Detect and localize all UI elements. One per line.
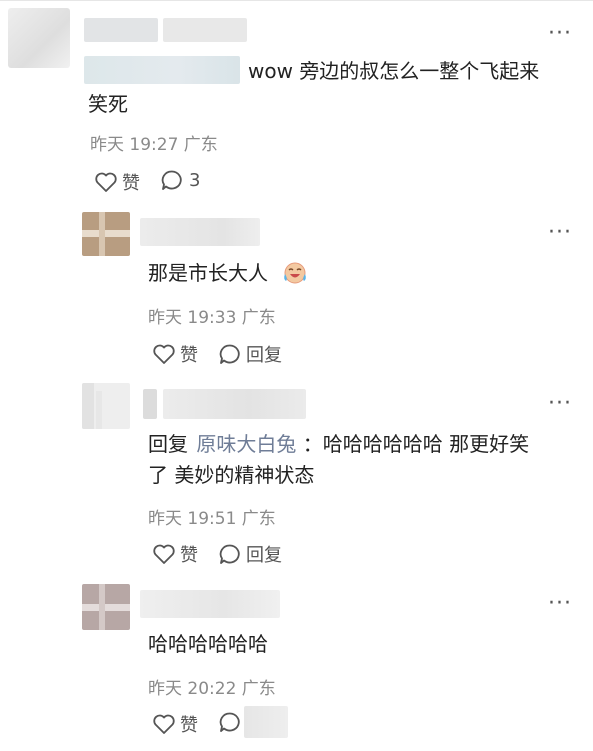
reply-meta: 昨天 20:22 广东 xyxy=(148,679,276,699)
heart-icon xyxy=(95,172,117,192)
reply-label: 回复 xyxy=(246,345,282,366)
like-button[interactable]: 赞 xyxy=(152,711,198,737)
reply-text: 回复 原味大白兔 ：哈哈哈哈哈哈 那更好笑 xyxy=(148,428,529,461)
comment-text-line2: 笑死 xyxy=(88,92,128,116)
reply-prefix: 回复 xyxy=(148,432,188,456)
comment-text: wow 旁边的叔怎么一整个飞起来 xyxy=(248,55,539,88)
more-options-button[interactable]: ··· xyxy=(548,393,572,415)
top-divider xyxy=(0,0,593,1)
reply-meta: 昨天 19:51 广东 xyxy=(148,509,276,529)
username-text xyxy=(163,389,306,419)
like-label: 赞 xyxy=(180,345,198,366)
like-button[interactable]: 赞 xyxy=(152,341,198,367)
comment-meta: 昨天 19:27 广东 xyxy=(90,135,218,155)
more-options-button[interactable]: ··· xyxy=(548,23,572,45)
reply-button[interactable] xyxy=(218,711,242,733)
comment-blurred-text xyxy=(84,56,240,84)
reply-count-button[interactable]: 3 xyxy=(160,169,200,191)
reply-button[interactable]: 回复 xyxy=(218,541,282,567)
reply-button[interactable]: 回复 xyxy=(218,341,282,367)
avatar[interactable] xyxy=(82,584,130,630)
like-button[interactable]: 赞 xyxy=(94,169,140,195)
more-options-button[interactable]: ··· xyxy=(548,222,572,244)
username[interactable] xyxy=(140,590,280,618)
like-label: 赞 xyxy=(180,715,198,736)
heart-icon xyxy=(153,344,175,364)
comment-bubble-icon xyxy=(161,170,182,190)
username[interactable] xyxy=(140,218,260,246)
like-button[interactable]: 赞 xyxy=(152,541,198,567)
avatar[interactable] xyxy=(82,212,130,256)
avatar[interactable] xyxy=(82,383,130,429)
like-label: 赞 xyxy=(122,173,140,194)
comment-text-prefix: wow xyxy=(248,59,300,83)
username[interactable] xyxy=(84,18,158,42)
more-options-button[interactable]: ··· xyxy=(548,593,572,615)
reply-label-obscured xyxy=(244,706,288,738)
reply-meta: 昨天 19:33 广东 xyxy=(148,308,276,328)
reply-count: 3 xyxy=(189,169,201,191)
comment-bubble-icon xyxy=(219,344,240,364)
heart-icon xyxy=(153,714,175,734)
mention-link[interactable]: 原味大白兔 xyxy=(196,432,296,456)
reply-label: 回复 xyxy=(246,545,282,566)
username-badge xyxy=(163,18,247,42)
reply-text: 那是市长大人 xyxy=(148,257,268,290)
reply-text-line2: 了 美妙的精神状态 xyxy=(148,463,315,487)
crying-laughing-face-icon xyxy=(284,262,306,284)
comment-bubble-icon xyxy=(219,544,240,564)
comment-text-main: 旁边的叔怎么一整个飞起来 xyxy=(299,59,540,83)
username[interactable] xyxy=(143,389,157,419)
heart-icon xyxy=(153,544,175,564)
avatar[interactable] xyxy=(8,8,70,68)
comment-bubble-icon xyxy=(219,712,240,732)
reply-text-content: 那是市长大人 xyxy=(148,261,268,285)
reply-text-content: ：哈哈哈哈哈哈 那更好笑 xyxy=(302,432,530,456)
reply-text: 哈哈哈哈哈哈 xyxy=(148,632,268,656)
like-label: 赞 xyxy=(180,545,198,566)
